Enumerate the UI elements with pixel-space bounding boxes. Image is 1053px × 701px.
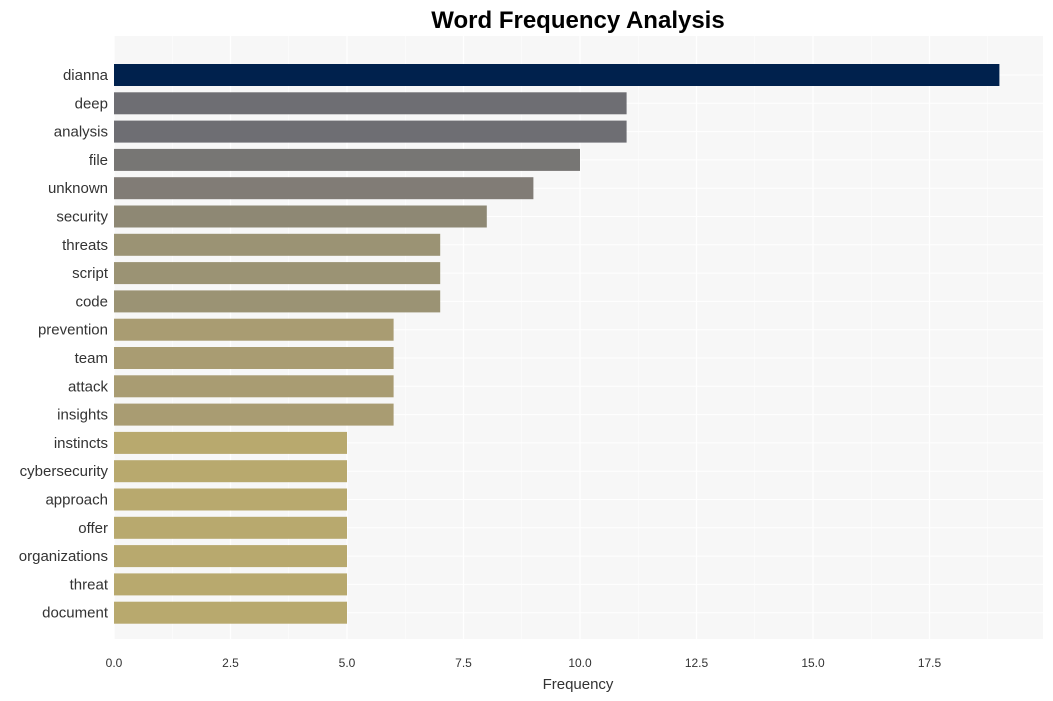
x-axis-label: Frequency <box>543 676 614 693</box>
y-tick-label: security <box>56 209 108 226</box>
bar-script <box>114 262 441 285</box>
bar-security <box>114 205 487 228</box>
bar-threats <box>114 233 441 256</box>
bar-offer <box>114 516 347 539</box>
bar-insights <box>114 403 394 426</box>
bar-analysis <box>114 120 627 143</box>
x-tick-label: 2.5 <box>222 656 239 670</box>
x-tick-label: 17.5 <box>918 656 942 670</box>
bar-code <box>114 290 441 313</box>
bar-cybersecurity <box>114 460 347 483</box>
y-tick-label: insights <box>57 407 108 424</box>
x-tick-label: 15.0 <box>801 656 825 670</box>
y-tick-label: analysis <box>54 124 108 141</box>
bar-unknown <box>114 177 534 200</box>
bar-approach <box>114 488 347 511</box>
x-tick-label: 12.5 <box>685 656 709 670</box>
x-tick-label: 7.5 <box>455 656 472 670</box>
y-tick-label: instincts <box>54 435 108 452</box>
bar-threat <box>114 573 347 596</box>
bar-chart: dianna deep analysis file unknown security thr… <box>19 7 1043 693</box>
x-tick-label: 10.0 <box>568 656 592 670</box>
bar-prevention <box>114 318 394 341</box>
bar-document <box>114 601 347 624</box>
y-tick-label: code <box>75 293 108 310</box>
bar-instincts <box>114 431 347 454</box>
y-tick-label: offer <box>78 520 108 537</box>
y-tick-label: unknown <box>48 180 108 197</box>
y-tick-label: cybersecurity <box>20 463 109 480</box>
y-tick-label: threat <box>70 576 109 593</box>
bar-file <box>114 148 580 171</box>
y-tick-label: file <box>89 152 108 169</box>
y-tick-label: attack <box>68 378 109 395</box>
x-tick-label: 0.0 <box>106 656 123 670</box>
y-tick-label: prevention <box>38 322 108 339</box>
x-tick-label: 5.0 <box>339 656 356 670</box>
bar-organizations <box>114 545 347 568</box>
y-tick-label: threats <box>62 237 108 254</box>
y-tick-label: dianna <box>63 67 109 84</box>
y-tick-label: organizations <box>19 548 108 565</box>
y-tick-label: script <box>72 265 109 282</box>
y-tick-label: team <box>75 350 108 367</box>
chart-title: Word Frequency Analysis <box>431 7 724 34</box>
bar-attack <box>114 375 394 398</box>
x-tick-labels: 0.0 2.5 5.0 7.5 10.0 12.5 15.0 17.5 <box>106 656 942 670</box>
bar-team <box>114 347 394 369</box>
bar-dianna <box>114 64 1000 86</box>
y-tick-label: document <box>42 605 109 622</box>
bar-deep <box>114 92 627 115</box>
y-tick-label: deep <box>75 95 108 112</box>
y-tick-labels: dianna deep analysis file unknown security thr… <box>19 67 109 622</box>
y-tick-label: approach <box>45 492 108 509</box>
